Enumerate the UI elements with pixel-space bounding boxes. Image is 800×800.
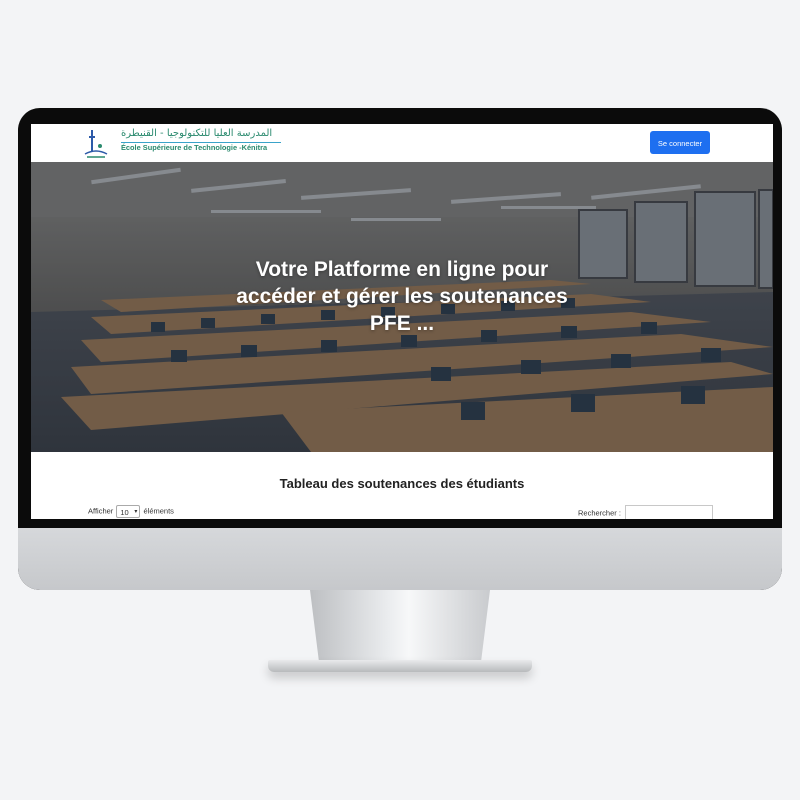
monitor-chin [18, 528, 782, 590]
search-input[interactable] [625, 505, 714, 519]
page-length-value: 10 [120, 508, 129, 517]
school-logo[interactable]: المدرسة العليا للتكنولوجيا - القنيطرة Éc… [83, 128, 293, 160]
search-label: Rechercher : [578, 508, 621, 518]
table-section-title: Tableau des soutenances des étudiants [279, 476, 525, 491]
logo-emblem-icon [84, 130, 108, 158]
chevron-down-icon: ▾ [134, 509, 138, 515]
page-length-suffix: éléments [143, 506, 174, 516]
monitor-stand-base [268, 660, 532, 672]
page-length-prefix: Afficher [88, 506, 114, 516]
login-button[interactable]: Se connecter [650, 131, 710, 154]
monitor-bezel: المدرسة العليا للتكنولوجيا - القنيطرة Éc… [18, 108, 782, 590]
hero-title: Votre Platforme en ligne pour accéder et… [236, 258, 568, 335]
page-length-select[interactable]: 10 ▾ [116, 505, 141, 518]
navbar: المدرسة العليا للتكنولوجيا - القنيطرة Éc… [31, 124, 773, 163]
monitor-stand-neck [310, 590, 490, 662]
browser-viewport: المدرسة العليا للتكنولوجيا - القنيطرة Éc… [31, 124, 773, 519]
table-search-control: Rechercher : [578, 505, 714, 519]
logo-french-text: École Supérieure de Technologie -Kénitra [121, 143, 268, 152]
logo-arabic-text: المدرسة العليا للتكنولوجيا - القنيطرة [121, 128, 273, 139]
hero-banner: Votre Platforme en ligne pour accéder et… [31, 162, 773, 452]
page-length-control: Afficher 10 ▾ éléments [88, 505, 174, 518]
